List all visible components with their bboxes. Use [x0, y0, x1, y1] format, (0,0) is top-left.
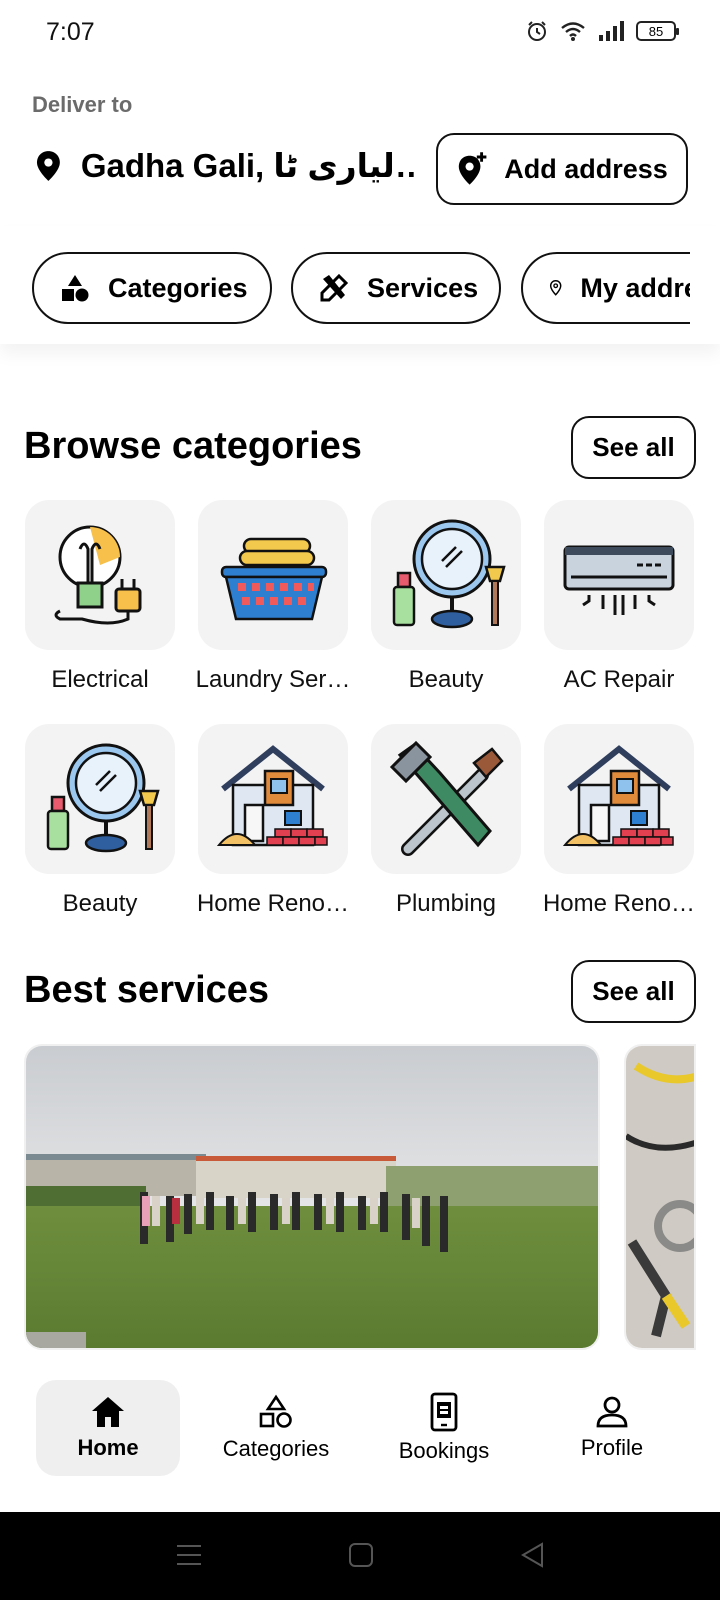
category-label: Home Reno…: [542, 890, 696, 917]
chip-categories[interactable]: Categories: [32, 252, 272, 324]
status-bar: 7:07 85: [0, 0, 720, 64]
signal-icon: [599, 21, 624, 41]
nav-home[interactable]: Home: [36, 1380, 180, 1476]
tools-icon: [320, 273, 349, 302]
category-label: AC Repair: [563, 666, 675, 693]
booking-phone-icon: [430, 1392, 458, 1432]
chip-label: Services: [367, 272, 479, 303]
deliver-to-label: Deliver to: [32, 92, 133, 117]
current-address[interactable]: Gadha Gali, لیاری ٹا…: [34, 146, 414, 185]
bottom-navigation: Home Categories Bookings Profile: [0, 1360, 720, 1512]
air-conditioner-icon: [563, 545, 675, 615]
add-address-label: Add address: [504, 153, 668, 184]
category-label: Electrical: [51, 666, 149, 693]
category-home-renovation[interactable]: [198, 724, 348, 874]
service-photo-tools: [626, 1046, 694, 1348]
shapes-icon: [62, 275, 89, 302]
alarm-icon: [528, 21, 546, 41]
best-services-see-all-button[interactable]: See all: [571, 960, 696, 1023]
service-card[interactable]: [24, 1044, 600, 1350]
nav-bookings[interactable]: Bookings: [372, 1380, 516, 1476]
add-address-button[interactable]: Add address: [436, 133, 688, 205]
person-icon: [596, 1396, 628, 1428]
category-label: Laundry Ser…: [195, 666, 351, 693]
house-renovation-icon: [562, 745, 674, 847]
browse-see-all-button[interactable]: See all: [571, 416, 696, 479]
category-label: Home Reno…: [196, 890, 350, 917]
recents-menu-icon[interactable]: [176, 1542, 202, 1568]
add-location-icon: [459, 152, 487, 185]
shapes-outline-icon: [259, 1394, 292, 1428]
nav-categories[interactable]: Categories: [204, 1380, 348, 1476]
category-home-renovation[interactable]: [544, 724, 694, 874]
chip-label: Categories: [108, 272, 248, 303]
location-pin-icon: [36, 150, 60, 181]
house-renovation-icon: [216, 745, 328, 847]
status-time: 7:07: [46, 18, 95, 46]
chip-services[interactable]: Services: [291, 252, 501, 324]
location-pin-outline-icon: [549, 280, 562, 296]
home-icon: [92, 1397, 124, 1427]
category-beauty[interactable]: [371, 500, 521, 650]
nav-profile[interactable]: Profile: [540, 1380, 684, 1476]
service-card[interactable]: [624, 1044, 696, 1350]
nav-label: Home: [77, 1435, 139, 1460]
quick-chips: Categories Services My addresses: [0, 226, 720, 344]
category-plumbing[interactable]: [371, 724, 521, 874]
category-label: Plumbing: [395, 890, 497, 917]
category-beauty[interactable]: [25, 724, 175, 874]
service-photo: [26, 1046, 598, 1348]
browse-categories-title: Browse categories: [24, 425, 362, 467]
category-label: Beauty: [408, 666, 484, 693]
battery-icon: 85: [636, 21, 679, 41]
system-navigation-bar: [0, 1512, 720, 1600]
nav-label: Categories: [222, 1436, 330, 1461]
laundry-basket-icon: [220, 537, 328, 621]
category-electrical[interactable]: [25, 500, 175, 650]
category-ac-repair[interactable]: [544, 500, 694, 650]
category-laundry[interactable]: [198, 500, 348, 650]
best-services-title: Best services: [24, 969, 270, 1011]
chip-my-addresses[interactable]: My addresses: [521, 252, 690, 324]
category-label: Beauty: [62, 890, 138, 917]
address-text: Gadha Gali, لیاری ٹا…: [80, 147, 414, 184]
chip-label: My addresses: [580, 272, 690, 303]
bulb-plug-icon: [54, 525, 142, 625]
nav-label: Bookings: [398, 1438, 490, 1463]
status-icons: 85: [526, 20, 679, 42]
wrench-icon: [389, 740, 504, 856]
mirror-makeup-icon: [46, 743, 160, 853]
back-triangle-icon[interactable]: [520, 1542, 546, 1568]
wifi-icon: [561, 22, 585, 41]
mirror-makeup-icon: [392, 519, 506, 629]
battery-level: 85: [648, 23, 664, 39]
nav-label: Profile: [580, 1435, 644, 1460]
home-square-icon[interactable]: [348, 1542, 374, 1568]
